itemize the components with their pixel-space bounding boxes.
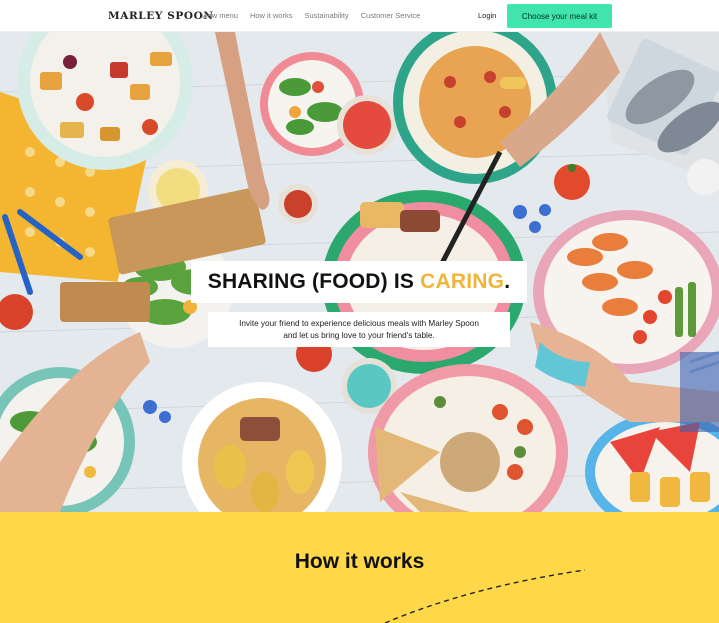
nav-view-menu[interactable]: View menu — [201, 11, 238, 20]
headline-period: . — [504, 270, 511, 293]
hero-subtext: Invite your friend to experience delicio… — [239, 318, 479, 342]
logo-text-main: MARLEY — [108, 10, 163, 22]
headline-accent-text: CARING — [420, 270, 505, 293]
choose-meal-kit-button[interactable]: Choose your meal kit — [507, 4, 612, 28]
hero-subtext-line2: and let us bring love to your friend's t… — [283, 330, 435, 340]
nav-sustainability[interactable]: Sustainability — [304, 11, 348, 20]
hero-subtext-box: Invite your friend to experience delicio… — [208, 312, 510, 347]
nav-customer-service[interactable]: Customer Service — [361, 11, 421, 20]
headline-text: SHARING (FOOD) IS — [207, 270, 421, 293]
site-header: MARLEY SPOON View menu How it works Sust… — [0, 0, 719, 32]
how-it-works-section: How it works — [0, 512, 719, 623]
nav-how-it-works[interactable]: How it works — [250, 11, 293, 20]
hero-headline: SHARING (FOOD) IS CARING. — [208, 270, 511, 294]
login-link[interactable]: Login — [478, 11, 496, 20]
hero-subtext-line1: Invite your friend to experience delicio… — [239, 318, 479, 328]
headline-box: SHARING (FOOD) IS CARING. — [191, 261, 527, 303]
dashed-path-decoration — [384, 569, 586, 623]
marley-spoon-logo[interactable]: MARLEY SPOON — [108, 10, 214, 22]
main-nav: View menu How it works Sustainability Cu… — [201, 11, 420, 20]
hero-section: SHARING (FOOD) IS CARING. Invite your fr… — [0, 32, 719, 512]
